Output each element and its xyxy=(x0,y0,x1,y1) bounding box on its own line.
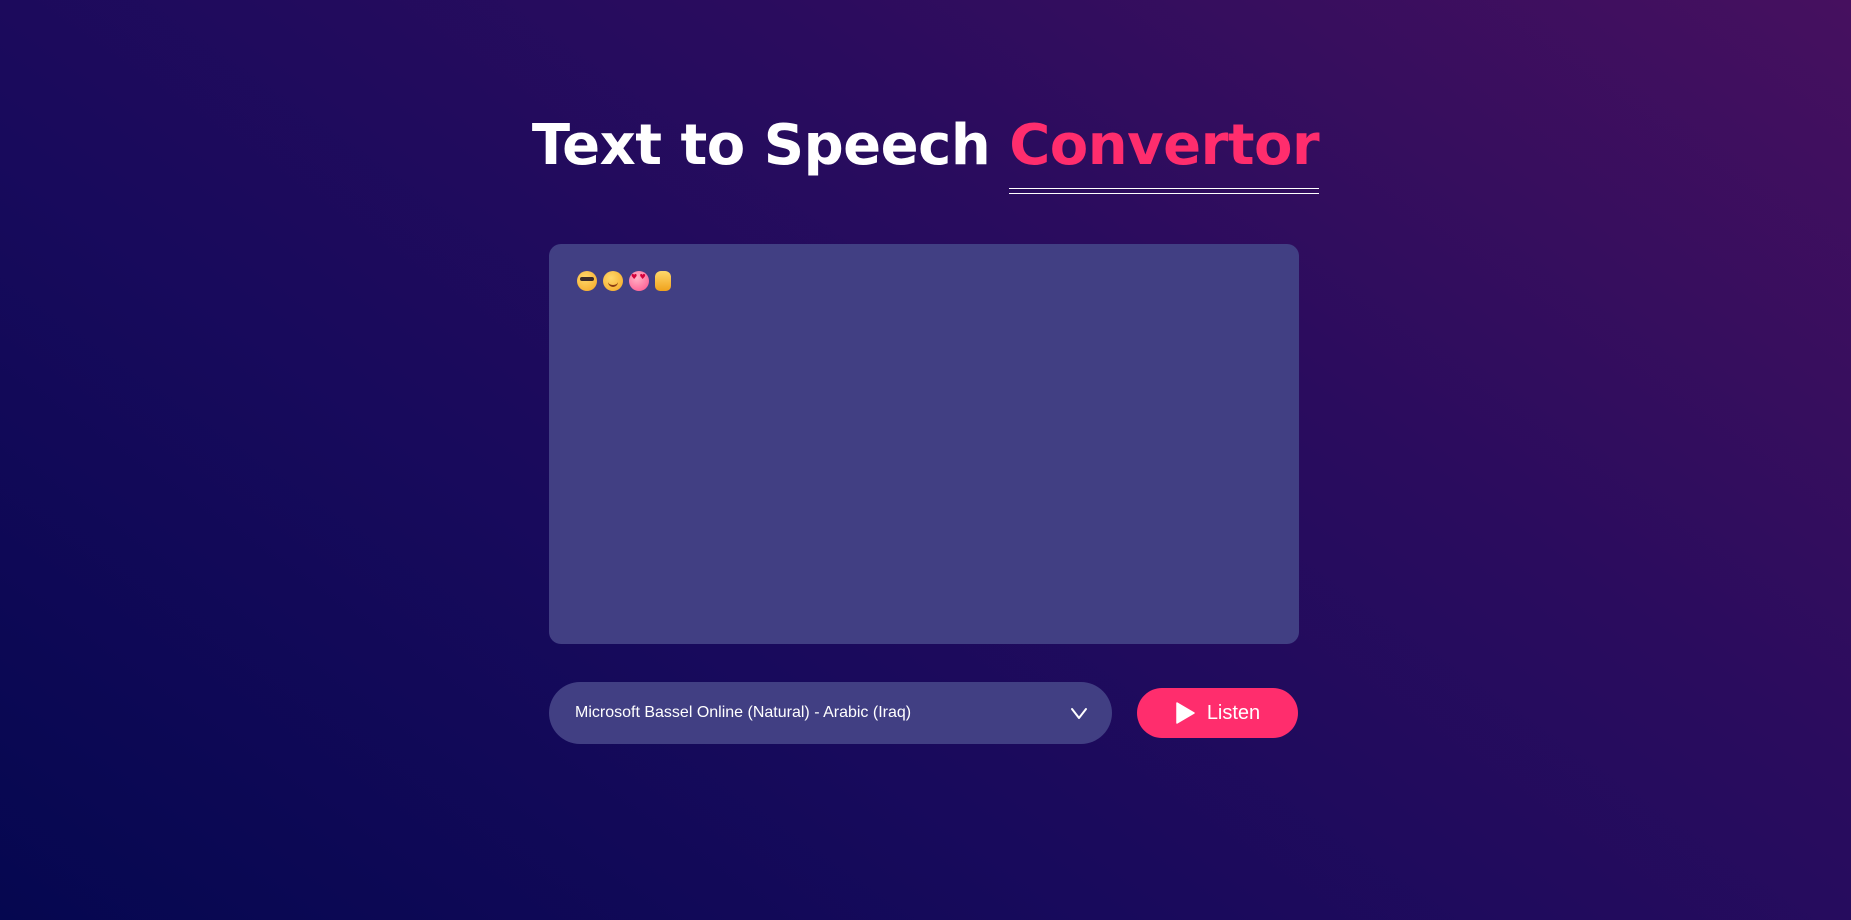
play-icon xyxy=(1175,702,1195,724)
page-title: Text to Speech Convertor xyxy=(0,108,1851,194)
title-main: Text to Speech xyxy=(531,113,991,178)
text-input-area[interactable] xyxy=(549,244,1299,644)
smiling-face-with-sunglasses-icon xyxy=(577,271,597,291)
title-accent: Convertor xyxy=(1009,108,1320,194)
listen-button[interactable]: Listen xyxy=(1137,688,1298,738)
voice-select-value: Microsoft Bassel Online (Natural) - Arab… xyxy=(575,704,912,721)
face-savoring-food-icon xyxy=(603,271,623,291)
thumbs-up-icon xyxy=(655,271,671,291)
listen-button-label: Listen xyxy=(1206,701,1261,724)
chevron-down-icon xyxy=(1070,705,1087,721)
voice-select[interactable]: Microsoft Bassel Online (Natural) - Arab… xyxy=(549,682,1112,744)
smiling-face-with-heart-eyes-icon xyxy=(629,271,649,291)
